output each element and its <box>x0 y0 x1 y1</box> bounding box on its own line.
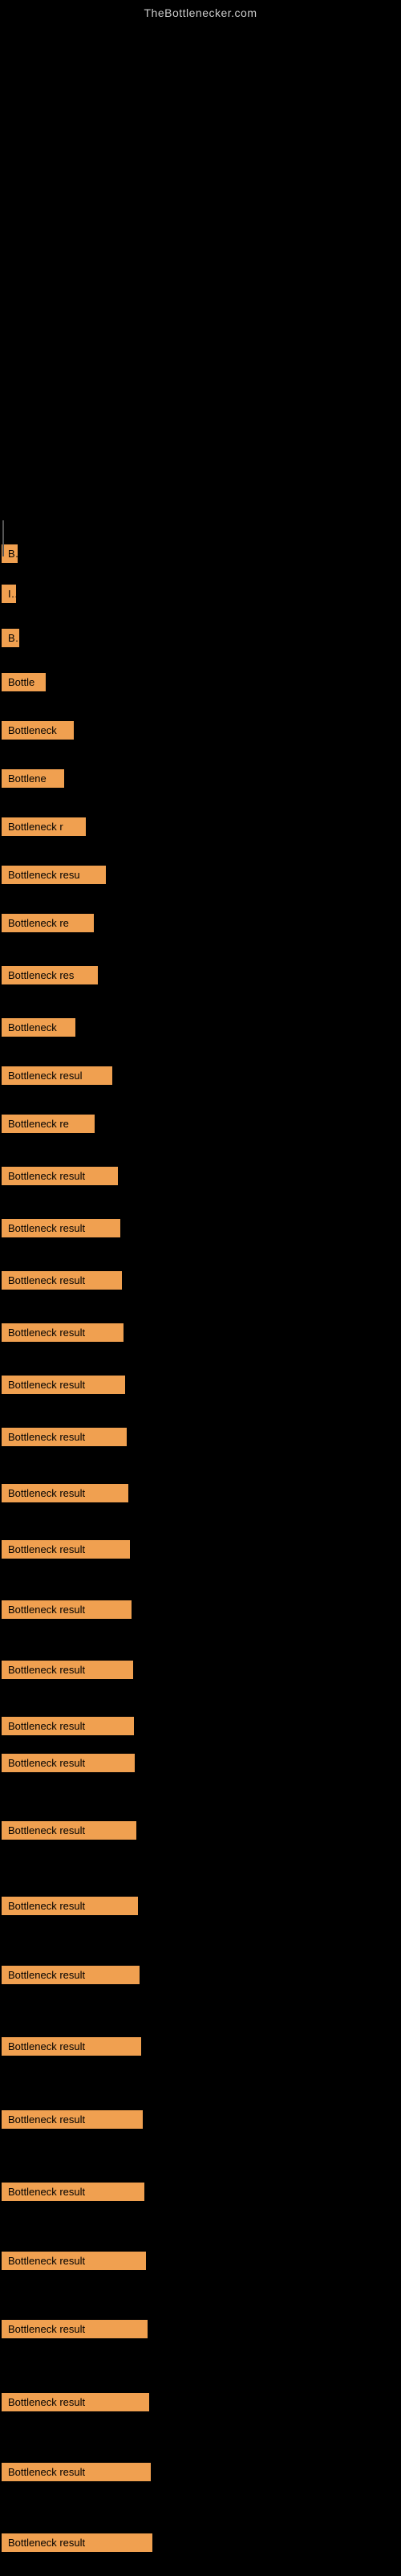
bottleneck-item-22[interactable]: Bottleneck result <box>2 1600 132 1619</box>
bottleneck-item-26[interactable]: Bottleneck result <box>2 1821 136 1840</box>
bottleneck-item-12[interactable]: Bottleneck resul <box>2 1066 112 1085</box>
bottleneck-item-2[interactable]: I <box>2 585 16 603</box>
bottleneck-item-19[interactable]: Bottleneck result <box>2 1428 127 1446</box>
bottleneck-item-27[interactable]: Bottleneck result <box>2 1897 138 1915</box>
bottleneck-item-36[interactable]: Bottleneck result <box>2 2533 152 2552</box>
bottleneck-item-15[interactable]: Bottleneck result <box>2 1219 120 1237</box>
bottleneck-item-18[interactable]: Bottleneck result <box>2 1376 125 1394</box>
bottleneck-item-16[interactable]: Bottleneck result <box>2 1271 122 1290</box>
bottleneck-item-23[interactable]: Bottleneck result <box>2 1661 133 1679</box>
bottleneck-item-35[interactable]: Bottleneck result <box>2 2463 151 2481</box>
bottleneck-item-24[interactable]: Bottleneck result <box>2 1717 134 1735</box>
bottleneck-item-10[interactable]: Bottleneck res <box>2 966 98 984</box>
bottleneck-item-5[interactable]: Bottleneck <box>2 721 74 740</box>
bottleneck-item-32[interactable]: Bottleneck result <box>2 2252 146 2270</box>
bottleneck-item-7[interactable]: Bottleneck r <box>2 817 86 836</box>
bottleneck-item-30[interactable]: Bottleneck result <box>2 2110 143 2129</box>
bottleneck-item-21[interactable]: Bottleneck result <box>2 1540 130 1559</box>
bottleneck-item-14[interactable]: Bottleneck result <box>2 1167 118 1185</box>
bottleneck-item-34[interactable]: Bottleneck result <box>2 2393 149 2411</box>
bottleneck-item-4[interactable]: Bottle <box>2 673 46 691</box>
bottleneck-item-6[interactable]: Bottlene <box>2 769 64 788</box>
bottleneck-item-1[interactable]: B <box>2 544 18 563</box>
bottleneck-item-28[interactable]: Bottleneck result <box>2 1966 140 1984</box>
bottleneck-item-11[interactable]: Bottleneck <box>2 1018 75 1037</box>
bottleneck-item-13[interactable]: Bottleneck re <box>2 1115 95 1133</box>
bottleneck-item-17[interactable]: Bottleneck result <box>2 1323 124 1342</box>
vertical-indicator <box>2 520 4 556</box>
bottleneck-item-31[interactable]: Bottleneck result <box>2 2183 144 2201</box>
bottleneck-item-3[interactable]: B <box>2 629 19 647</box>
bottleneck-item-33[interactable]: Bottleneck result <box>2 2320 148 2338</box>
bottleneck-item-9[interactable]: Bottleneck re <box>2 914 94 932</box>
bottleneck-item-29[interactable]: Bottleneck result <box>2 2037 141 2056</box>
bottleneck-item-25[interactable]: Bottleneck result <box>2 1754 135 1772</box>
bottleneck-item-20[interactable]: Bottleneck result <box>2 1484 128 1502</box>
bottleneck-item-8[interactable]: Bottleneck resu <box>2 866 106 884</box>
site-title: TheBottlenecker.com <box>0 0 401 22</box>
